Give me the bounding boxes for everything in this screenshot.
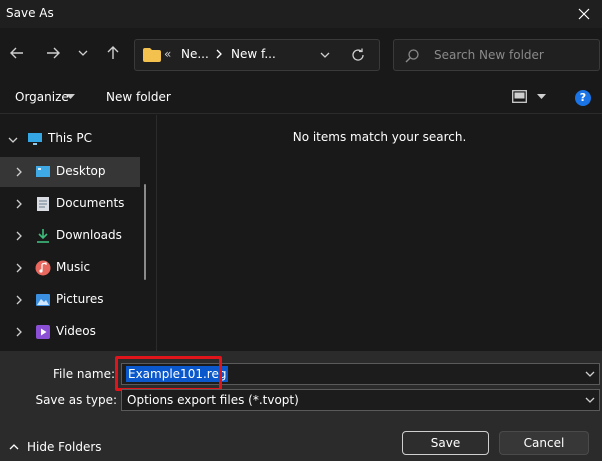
nav-item-pictures[interactable]: Pictures xyxy=(0,285,140,315)
nav-item-desktop[interactable]: Desktop xyxy=(0,157,140,187)
close-icon xyxy=(578,8,590,20)
cancel-button[interactable]: Cancel xyxy=(499,431,589,455)
search-box[interactable]: Search New folder xyxy=(393,39,600,71)
caret-down-icon[interactable] xyxy=(537,94,546,100)
save-type-select[interactable]: Options export files (*.tvopt) xyxy=(121,389,600,411)
chevron-down-icon[interactable] xyxy=(585,371,595,378)
document-icon xyxy=(37,197,49,211)
save-type-value: Options export files (*.tvopt) xyxy=(127,393,299,407)
navigation-pane: This PC Desktop Documents Downloads Musi… xyxy=(0,115,156,351)
nav-label: Pictures xyxy=(56,292,104,306)
monitor-icon xyxy=(28,133,42,145)
save-button[interactable]: Save xyxy=(402,431,489,455)
help-icon[interactable]: ? xyxy=(575,90,591,106)
pictures-icon xyxy=(36,294,50,306)
chevron-right-icon[interactable] xyxy=(15,199,23,209)
save-form: File name: Example101.reg Save as type: … xyxy=(0,351,602,461)
navigation-bar: « Ne... New f... Search New folder xyxy=(0,28,602,80)
search-placeholder: Search New folder xyxy=(434,48,544,62)
view-layout-icon[interactable] xyxy=(512,90,527,103)
nav-item-downloads[interactable]: Downloads xyxy=(0,221,140,251)
title-bar: Save As xyxy=(0,0,602,28)
breadcrumb-parent[interactable]: Ne... xyxy=(181,47,209,61)
chevron-down-icon[interactable] xyxy=(319,50,331,60)
chevron-right-icon[interactable] xyxy=(15,295,23,305)
refresh-icon[interactable] xyxy=(350,47,366,63)
videos-icon xyxy=(36,325,50,339)
highlight-box xyxy=(115,356,222,391)
back-button[interactable] xyxy=(6,42,28,64)
up-button[interactable] xyxy=(102,42,124,64)
file-name-label: File name: xyxy=(53,367,115,381)
address-bar[interactable]: « Ne... New f... xyxy=(134,39,380,71)
desktop-icon xyxy=(36,166,50,177)
music-icon xyxy=(35,260,51,276)
window-title: Save As xyxy=(6,6,54,20)
hide-folders-button[interactable]: Hide Folders xyxy=(27,440,102,454)
chevron-right-icon[interactable] xyxy=(15,167,23,177)
nav-label: Desktop xyxy=(56,164,106,178)
chevron-right-icon xyxy=(216,49,222,59)
new-folder-button[interactable]: New folder xyxy=(106,90,171,104)
folder-icon xyxy=(143,48,161,62)
recent-locations-button[interactable] xyxy=(72,42,94,64)
nav-item-this-pc[interactable]: This PC xyxy=(0,124,140,154)
organize-button[interactable]: Organize xyxy=(15,90,69,104)
nav-label: Music xyxy=(56,260,91,274)
search-icon xyxy=(405,49,419,63)
chevron-down-icon[interactable] xyxy=(585,397,595,404)
nav-item-videos[interactable]: Videos xyxy=(0,317,140,347)
nav-label: This PC xyxy=(48,131,92,145)
chevron-down-icon xyxy=(78,50,88,56)
caret-down-icon[interactable] xyxy=(66,94,75,100)
arrow-up-icon xyxy=(107,46,119,59)
empty-message: No items match your search. xyxy=(292,130,467,144)
chevron-up-icon[interactable] xyxy=(9,443,19,451)
forward-button[interactable] xyxy=(42,42,64,64)
chevron-down-icon[interactable] xyxy=(8,136,18,144)
close-button[interactable] xyxy=(566,0,602,28)
nav-item-music[interactable]: Music xyxy=(0,253,140,283)
overflow-chevron[interactable]: « xyxy=(164,47,171,61)
file-list[interactable]: No items match your search. xyxy=(157,115,602,351)
nav-label: Downloads xyxy=(56,228,122,242)
download-icon xyxy=(37,229,49,243)
arrow-left-icon xyxy=(10,47,23,59)
nav-item-documents[interactable]: Documents xyxy=(0,189,140,219)
nav-label: Videos xyxy=(56,324,96,338)
chevron-right-icon[interactable] xyxy=(15,263,23,273)
chevron-right-icon[interactable] xyxy=(15,327,23,337)
nav-label: Documents xyxy=(56,196,125,210)
command-bar: Organize New folder ? xyxy=(0,80,602,114)
save-type-label: Save as type: xyxy=(35,393,117,407)
breadcrumb-current[interactable]: New f... xyxy=(231,47,276,61)
arrow-right-icon xyxy=(47,47,60,59)
chevron-right-icon[interactable] xyxy=(15,231,23,241)
nav-scrollbar[interactable] xyxy=(144,184,146,280)
